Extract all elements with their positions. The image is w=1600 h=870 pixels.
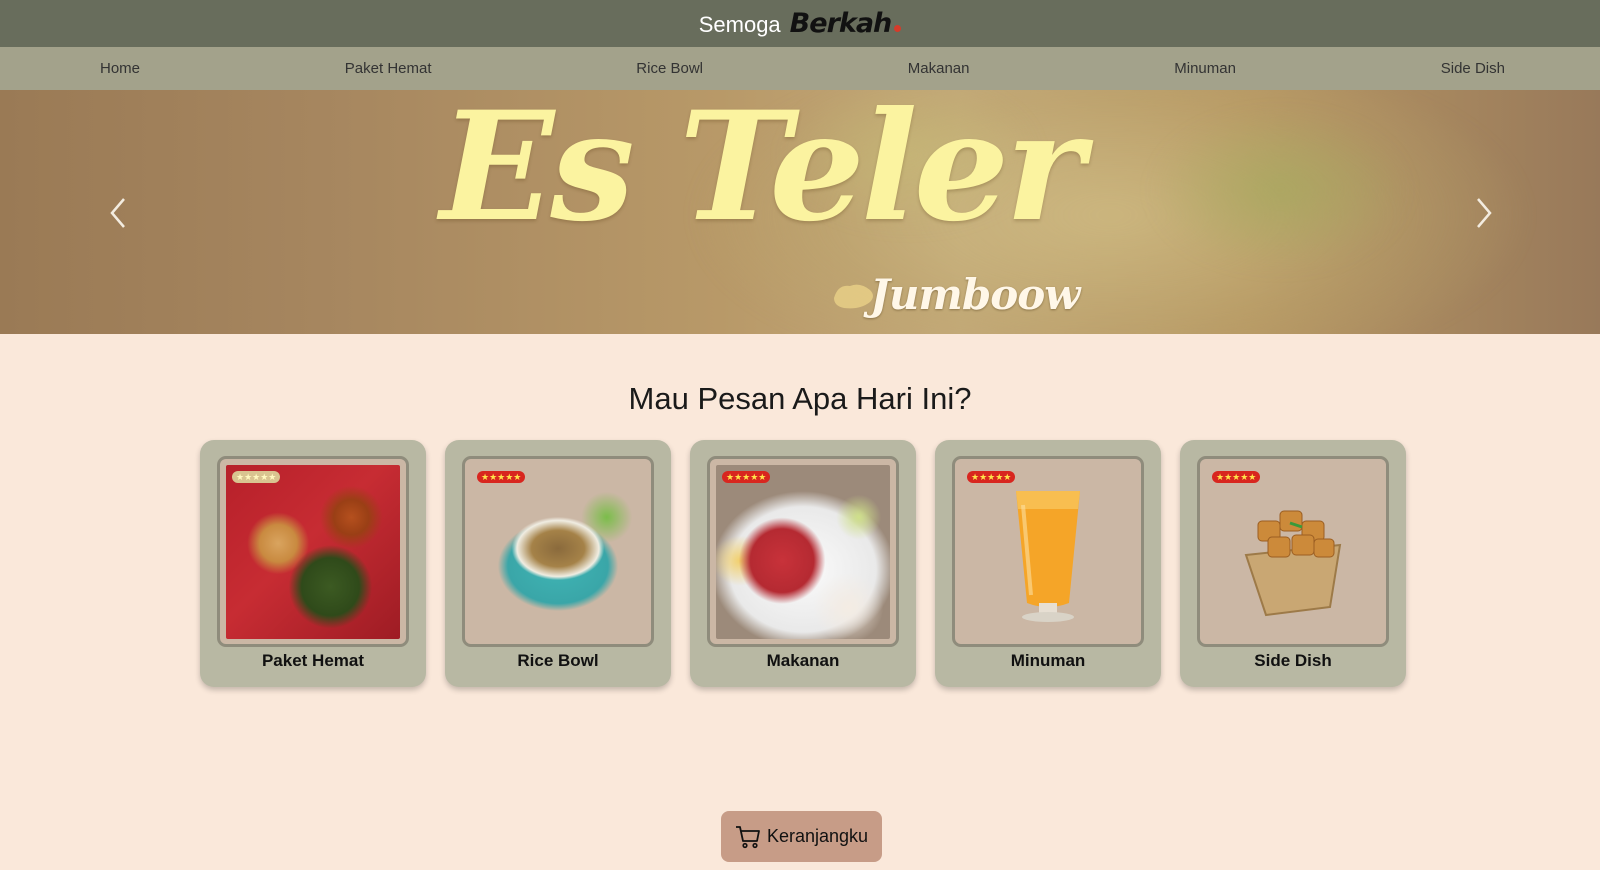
nav-item-home[interactable]: Home xyxy=(100,60,140,77)
makanan-photo xyxy=(716,465,890,639)
brand-dot-icon xyxy=(894,25,902,32)
nav-item-makanan[interactable]: Makanan xyxy=(908,60,970,77)
card-image-frame: ★★★★★ xyxy=(707,456,899,647)
five-star-badge-icon: ★★★★★ xyxy=(1212,471,1261,483)
card-image-frame: ★★★★★ xyxy=(1197,456,1389,647)
brand-name-light: Semoga xyxy=(698,12,781,37)
minuman-photo xyxy=(961,465,1135,639)
five-star-badge-icon: ★★★★★ xyxy=(967,471,1016,483)
card-label: Makanan xyxy=(766,651,840,670)
category-card-paket-hemat[interactable]: ★★★★★ Paket Hemat xyxy=(200,440,426,687)
card-image-frame: ★★★★★ xyxy=(462,456,654,647)
five-star-badge-icon: ★★★★★ xyxy=(477,471,526,483)
card-image-frame: ★★★★★ xyxy=(217,456,409,647)
card-label: Minuman xyxy=(1010,651,1086,670)
card-label: Paket Hemat xyxy=(261,651,365,670)
category-cards: ★★★★★ Paket Hemat ★★★★★ Rice Bowl ★★★★★ … xyxy=(200,440,1406,687)
hero-title: Es Teler xyxy=(440,79,1084,255)
cart-button[interactable]: Keranjangku xyxy=(721,811,882,862)
card-label: Side Dish xyxy=(1254,651,1332,670)
nav-item-minuman[interactable]: Minuman xyxy=(1174,60,1236,77)
rice-bowl-photo xyxy=(471,465,645,639)
nav-item-rice-bowl[interactable]: Rice Bowl xyxy=(636,60,703,77)
hero-subtitle: Jumboow xyxy=(870,270,1080,319)
brand-name-bold: Berkah xyxy=(789,8,893,39)
shopping-cart-icon xyxy=(735,825,760,848)
site-header: Semoga Berkah xyxy=(0,0,1600,47)
section-heading: Mau Pesan Apa Hari Ini? xyxy=(628,381,972,416)
fried-tofu-basket-icon xyxy=(1244,510,1342,617)
cart-button-label: Keranjangku xyxy=(766,826,869,846)
five-star-badge-icon: ★★★★★ xyxy=(722,471,771,483)
carousel-prev-arrow-icon[interactable] xyxy=(106,193,132,233)
card-label: Rice Bowl xyxy=(517,651,599,670)
orange-juice-glass-icon xyxy=(1016,491,1080,622)
hero-background-jelly xyxy=(1150,110,1410,270)
brand-logo[interactable]: Semoga Berkah xyxy=(699,8,902,39)
five-star-badge-icon: ★★★★★ xyxy=(232,471,281,483)
category-card-makanan[interactable]: ★★★★★ Makanan xyxy=(690,440,916,687)
side-dish-photo xyxy=(1206,465,1380,639)
category-card-side-dish[interactable]: ★★★★★ Side Dish xyxy=(1180,440,1406,687)
nav-item-paket-hemat[interactable]: Paket Hemat xyxy=(345,60,432,77)
paket-hemat-photo xyxy=(226,465,400,639)
card-image-frame: ★★★★★ xyxy=(952,456,1144,647)
carousel-next-arrow-icon[interactable] xyxy=(1470,193,1496,233)
category-card-rice-bowl[interactable]: ★★★★★ Rice Bowl xyxy=(445,440,671,687)
category-card-minuman[interactable]: ★★★★★ Minuman xyxy=(935,440,1161,687)
nav-item-side-dish[interactable]: Side Dish xyxy=(1441,60,1505,77)
